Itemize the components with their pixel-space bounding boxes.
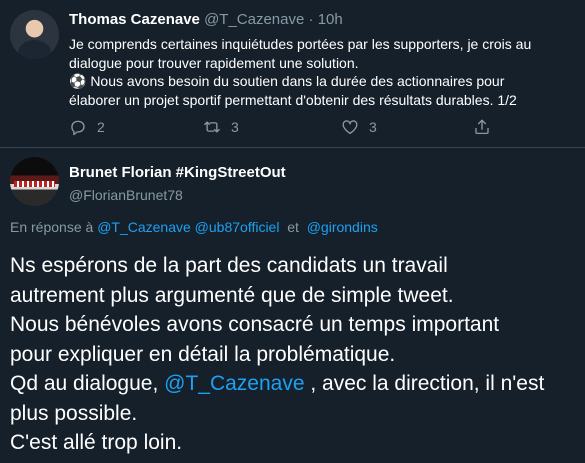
- tweet-divider: [0, 147, 585, 148]
- tweet-text-line: ⚽ Nous avons besoin du soutien dans la d…: [69, 73, 505, 89]
- author-handle[interactable]: @T_Cazenave: [204, 11, 304, 28]
- tweet-text-line: Qd au dialogue, @T_Cazenave , avec la di…: [10, 369, 580, 399]
- tweet-text: Je comprends certaines inquiétudes porté…: [69, 35, 569, 109]
- avatar[interactable]: [10, 157, 59, 206]
- text-segment: , avec la direction, il n'est: [304, 372, 545, 395]
- header-separator: ·: [308, 11, 314, 28]
- mention-link[interactable]: @ub87officiel: [195, 219, 280, 235]
- tweet-text: Ns espérons de la part des candidats un …: [10, 251, 580, 458]
- share-button[interactable]: [473, 118, 501, 136]
- share-icon: [475, 119, 489, 135]
- author-name[interactable]: Thomas Cazenave: [69, 11, 200, 28]
- reply-prefix: En réponse à: [10, 219, 94, 235]
- like-button[interactable]: 3: [341, 118, 377, 136]
- author-handle[interactable]: @FlorianBrunet78: [69, 187, 183, 203]
- tweet-time[interactable]: 10h: [318, 11, 343, 28]
- like-count: 3: [369, 119, 377, 135]
- tweet-text-line: Je comprends certaines inquiétudes porté…: [69, 36, 532, 52]
- tweet-text-line: Nous bénévoles avons consacré un temps i…: [10, 313, 500, 336]
- retweet-count: 3: [231, 119, 239, 135]
- tweet-text-line: élaborer un projet sportif permettant d'…: [69, 91, 517, 108]
- reply-icon: [71, 120, 85, 136]
- reply-button[interactable]: 2: [69, 118, 105, 136]
- mention-link[interactable]: @girondins: [307, 219, 378, 235]
- tweet-header: Thomas Cazenave @T_Cazenave · 10h: [69, 11, 343, 28]
- tweet-text-line: pour expliquer en détail la problématiqu…: [10, 342, 396, 366]
- mention-link[interactable]: @T_Cazenave: [97, 219, 191, 235]
- tweet-text-line: C'est allé trop loin.: [10, 431, 183, 454]
- mention-link[interactable]: @T_Cazenave: [164, 372, 304, 395]
- avatar[interactable]: [10, 10, 59, 59]
- reply-and: et: [287, 219, 299, 235]
- retweet-icon: [204, 121, 220, 133]
- retweet-button[interactable]: 3: [203, 118, 239, 136]
- tweet-text-line: plus possible.: [10, 401, 138, 425]
- tweet-actions: 2 3 3: [69, 118, 539, 140]
- tweet-text-line: autrement plus argumenté que de simple t…: [10, 283, 454, 307]
- tweet-text-line: Ns espérons de la part des candidats un …: [10, 254, 448, 277]
- reply-context: En réponse à @T_Cazenave @ub87officiel e…: [10, 219, 378, 235]
- reply-count: 2: [97, 119, 105, 135]
- tweet-text-line: dialogue pour trouver rapidement une sol…: [69, 54, 359, 71]
- quoted-tweet[interactable]: Thomas Cazenave @T_Cazenave · 10h Je com…: [0, 0, 585, 147]
- author-name[interactable]: Brunet Florian #KingStreetOut: [69, 164, 286, 181]
- like-icon: [342, 120, 358, 135]
- text-segment: Qd au dialogue,: [10, 372, 165, 395]
